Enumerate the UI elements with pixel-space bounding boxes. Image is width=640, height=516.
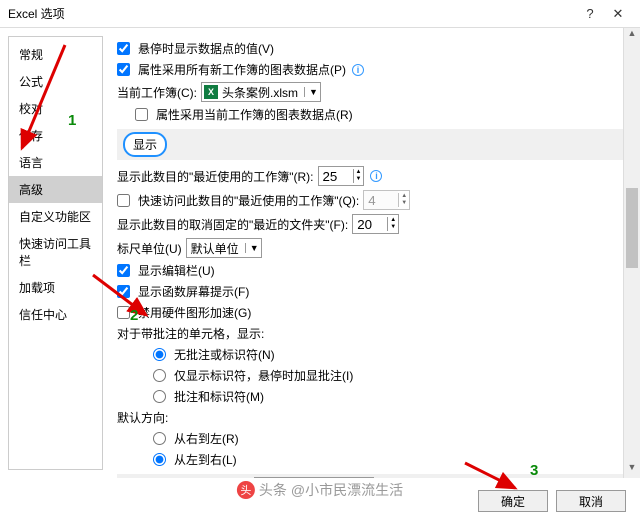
quick-access-value — [364, 191, 398, 209]
rtl-radio[interactable] — [153, 432, 166, 445]
wb-display-dropdown[interactable]: X 头条案例.xlsm ▼ — [254, 477, 374, 478]
chevron-down-icon: ▼ — [245, 243, 259, 253]
scroll-up-icon[interactable]: ▲ — [624, 28, 640, 44]
current-wb-label: 当前工作簿(C): — [117, 84, 197, 101]
unpinned-spinner[interactable]: ▲▼ — [352, 214, 399, 234]
formula-bar-checkbox[interactable] — [117, 264, 130, 277]
sidebar-item-qat[interactable]: 快速访问工具栏 — [9, 230, 102, 274]
close-button[interactable]: ✕ — [604, 6, 632, 22]
sidebar-item-general[interactable]: 常规 — [9, 41, 102, 68]
hover-value-checkbox[interactable] — [117, 42, 130, 55]
sidebar-item-save[interactable]: 保存 — [9, 122, 102, 149]
scroll-down-icon[interactable]: ▼ — [624, 462, 640, 478]
help-button[interactable]: ? — [576, 6, 604, 21]
all-new-wb-checkbox[interactable] — [117, 63, 130, 76]
watermark-icon: 头 — [237, 481, 255, 499]
dialog-footer: 确定 取消 — [478, 490, 626, 512]
sidebar-item-trust[interactable]: 信任中心 — [9, 301, 102, 328]
sidebar-item-addins[interactable]: 加载项 — [9, 274, 102, 301]
info-icon[interactable]: i — [370, 170, 382, 182]
main: 常规 公式 校对 保存 语言 高级 自定义功能区 快速访问工具栏 加载项 信任中… — [0, 28, 640, 478]
curr-wb-prop-label: 属性采用当前工作簿的图表数据点(R) — [156, 106, 353, 123]
func-tips-checkbox[interactable] — [117, 285, 130, 298]
section-display-label: 显示 — [123, 132, 167, 157]
chevron-down-icon: ▼ — [304, 87, 318, 97]
rtl-label: 从右到左(R) — [174, 430, 239, 447]
quick-access-spinner: ▲▼ — [363, 190, 410, 210]
current-wb-value: 头条案例.xlsm — [220, 84, 302, 101]
recent-wb-spinner[interactable]: ▲▼ — [318, 166, 365, 186]
func-tips-label: 显示函数屏幕提示(F) — [138, 283, 249, 300]
quick-access-label: 快速访问此数目的"最近使用的工作簿"(Q): — [138, 192, 359, 209]
ltr-label: 从左到右(L) — [174, 451, 237, 468]
disable-hw-label: 禁用硬件图形加速(G) — [138, 304, 251, 321]
cancel-button[interactable]: 取消 — [556, 490, 626, 512]
watermark-user: @小市民漂流生活 — [291, 480, 403, 500]
no-marker-label: 无批注或标识符(N) — [174, 346, 275, 363]
comment-header: 对于带批注的单元格，显示: — [117, 325, 264, 342]
sidebar-item-proofing[interactable]: 校对 — [9, 95, 102, 122]
watermark: 头 头条 @小市民漂流生活 — [237, 480, 403, 500]
section-display: 显示 — [117, 129, 624, 160]
sidebar-item-formulas[interactable]: 公式 — [9, 68, 102, 95]
info-icon[interactable]: i — [352, 64, 364, 76]
recent-wb-label: 显示此数目的"最近使用的工作簿"(R): — [117, 168, 314, 185]
all-new-wb-label: 属性采用所有新工作簿的图表数据点(P) — [138, 61, 346, 78]
current-wb-dropdown[interactable]: X 头条案例.xlsm ▼ — [201, 82, 321, 102]
ltr-radio[interactable] — [153, 453, 166, 466]
ruler-unit-value: 默认单位 — [189, 240, 243, 257]
window-title: Excel 选项 — [8, 5, 576, 22]
default-dir-label: 默认方向: — [117, 409, 168, 426]
marker-comment-radio[interactable] — [153, 390, 166, 403]
disable-hw-checkbox[interactable] — [117, 306, 130, 319]
unpinned-value[interactable] — [353, 215, 387, 233]
marker-only-label: 仅显示标识符，悬停时加显批注(I) — [174, 367, 353, 384]
ok-button[interactable]: 确定 — [478, 490, 548, 512]
content-pane: 悬停时显示数据点的值(V) 属性采用所有新工作簿的图表数据点(P) i 当前工作簿… — [103, 28, 640, 478]
excel-file-icon: X — [204, 85, 218, 99]
scroll-thumb[interactable] — [626, 188, 638, 268]
unpinned-label: 显示此数目的取消固定的"最近的文件夹"(F): — [117, 216, 348, 233]
sidebar-item-language[interactable]: 语言 — [9, 149, 102, 176]
watermark-prefix: 头条 — [259, 480, 287, 500]
marker-only-radio[interactable] — [153, 369, 166, 382]
no-marker-radio[interactable] — [153, 348, 166, 361]
hover-value-label: 悬停时显示数据点的值(V) — [138, 40, 274, 57]
vertical-scrollbar[interactable]: ▲ ▼ — [623, 28, 640, 478]
marker-comment-label: 批注和标识符(M) — [174, 388, 264, 405]
ruler-unit-dropdown[interactable]: 默认单位▼ — [186, 238, 262, 258]
recent-wb-value[interactable] — [319, 167, 353, 185]
curr-wb-prop-checkbox[interactable] — [135, 108, 148, 121]
section-wb-display: 此工作簿的显示选项(B): X 头条案例.xlsm ▼ — [117, 474, 624, 478]
sidebar-item-advanced[interactable]: 高级 — [9, 176, 102, 203]
titlebar: Excel 选项 ? ✕ — [0, 0, 640, 28]
formula-bar-label: 显示编辑栏(U) — [138, 262, 215, 279]
sidebar: 常规 公式 校对 保存 语言 高级 自定义功能区 快速访问工具栏 加载项 信任中… — [8, 36, 103, 470]
quick-access-checkbox[interactable] — [117, 194, 130, 207]
ruler-unit-label: 标尺单位(U) — [117, 240, 182, 257]
sidebar-item-customize-ribbon[interactable]: 自定义功能区 — [9, 203, 102, 230]
